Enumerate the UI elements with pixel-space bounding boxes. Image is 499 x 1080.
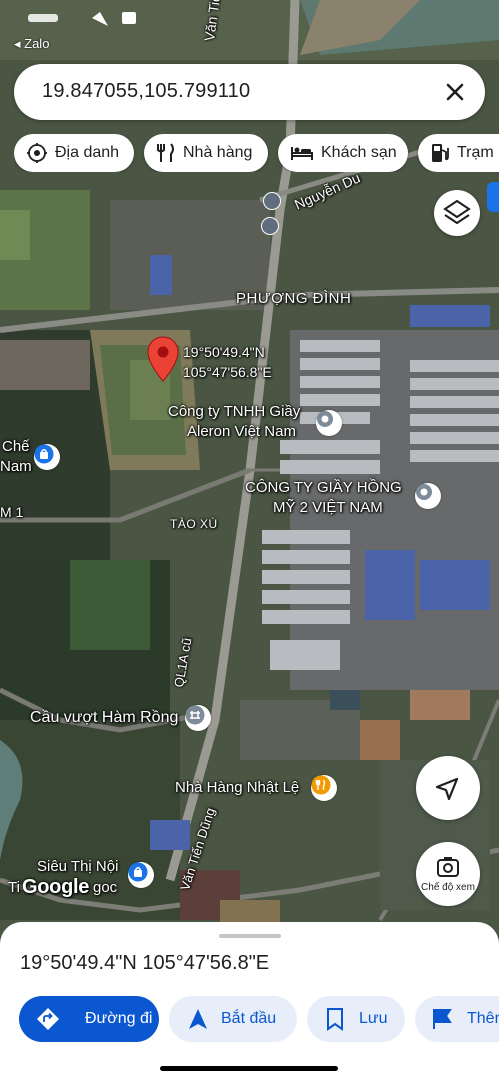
pin-longitude-label: 105°47'56.8"E [183, 364, 272, 380]
restaurant-icon [157, 143, 174, 162]
navigation-arrow-icon [189, 1009, 207, 1029]
search-query[interactable]: 19.847055,105.799110 [42, 80, 250, 103]
street-view-button[interactable]: Chế độ xem [416, 842, 480, 906]
chip-label: Khách sạn [321, 144, 397, 161]
area-label-tao-xu: TÀO XÙ [170, 517, 218, 531]
poi-label-hong-my-line1: CÔNG TY GIẦY HỒNG [245, 479, 402, 496]
poi-marker-shopping[interactable] [34, 444, 60, 470]
directions-label: Đường đi [85, 1010, 153, 1027]
poi-marker-bridge[interactable] [185, 705, 211, 731]
poi-marker-hong-my[interactable] [415, 483, 441, 509]
search-bar[interactable]: 19.847055,105.799110 [14, 64, 485, 120]
poi-label-supermarket-line2-left: Ti [8, 879, 20, 896]
poi-label-supermarket-line2-right: goc [93, 879, 118, 896]
place-bottom-sheet[interactable]: 19°50'49.4"N 105°47'56.8"E Đường đi Bắt … [0, 922, 499, 1080]
chip-hotels[interactable]: Khách sạn [278, 134, 408, 172]
area-label-phuong-dinh: PHƯỢNG ĐÌNH [236, 290, 352, 307]
chip-gas-stations[interactable]: Trạm [418, 134, 499, 172]
bookmark-icon [327, 1008, 343, 1031]
save-label: Lưu [359, 1010, 388, 1027]
poi-label-aleron-line2: Aleron Việt Nam [187, 423, 296, 440]
my-location-button[interactable] [416, 756, 480, 820]
navigation-arrow-icon [435, 777, 459, 801]
chip-landmarks[interactable]: Địa danh [14, 134, 134, 172]
poi-label-m1: M 1 [0, 504, 24, 520]
poi-label-nhat-le: Nhà Hàng Nhật Lệ [175, 779, 300, 796]
chip-restaurants[interactable]: Nhà hàng [144, 134, 268, 172]
poi-marker-supermarket[interactable] [128, 862, 154, 888]
poi-label-che-line1: Chế [2, 438, 30, 455]
back-to-app-link[interactable]: ◂ Zalo [14, 36, 49, 52]
poi-marker-aleron[interactable] [316, 410, 342, 436]
poi-label-supermarket-line1: Siêu Thị Nội [37, 858, 119, 875]
sheet-drag-handle[interactable] [219, 934, 281, 938]
more-label: Thêm [467, 1010, 499, 1027]
google-watermark: Google [22, 876, 90, 898]
dropped-pin-icon[interactable] [147, 336, 179, 382]
poi-label-ham-rong-bridge: Cầu vượt Hàm Rồng [30, 709, 179, 726]
status-bar [0, 0, 499, 30]
chip-label: Địa danh [55, 144, 120, 161]
coordinates-title: 19°50'49.4"N 105°47'56.8"E [20, 952, 270, 974]
gas-station-icon [432, 144, 449, 162]
save-button[interactable]: Lưu [307, 996, 405, 1042]
poi-label-che-line2: Nam [0, 458, 32, 475]
status-icons [28, 12, 136, 26]
hotel-icon [291, 147, 313, 160]
category-chips: Địa danh Nhà hàng Khách sạn Trạm [14, 134, 499, 172]
more-button[interactable]: Thêm [415, 996, 499, 1042]
compass-edge-marker [487, 182, 499, 212]
close-icon[interactable] [441, 78, 469, 106]
directions-icon [37, 1008, 59, 1030]
start-label: Bắt đầu [221, 1010, 277, 1027]
bus-stop-icon[interactable] [264, 193, 280, 209]
chip-label: Nhà hàng [183, 144, 253, 161]
poi-label-aleron-line1: Công ty TNHH Giầy [168, 403, 301, 420]
chip-label: Trạm [457, 144, 494, 161]
poi-marker-restaurant[interactable] [311, 775, 337, 801]
back-app-label: Zalo [24, 36, 50, 51]
bus-stop-icon[interactable] [262, 218, 278, 234]
back-arrow-icon: ◂ [14, 36, 25, 51]
layers-icon [443, 199, 471, 225]
layers-button[interactable] [434, 190, 480, 236]
pin-latitude-label: 19°50'49.4"N [183, 344, 265, 360]
directions-button[interactable]: Đường đi [19, 996, 159, 1042]
poi-label-hong-my-line2: MỸ 2 VIỆT NAM [273, 499, 383, 516]
home-indicator [160, 1066, 338, 1071]
start-button[interactable]: Bắt đầu [169, 996, 297, 1042]
flag-icon [433, 1009, 452, 1029]
landmark-icon [27, 143, 47, 163]
street-view-label: Chế độ xem [421, 882, 475, 893]
